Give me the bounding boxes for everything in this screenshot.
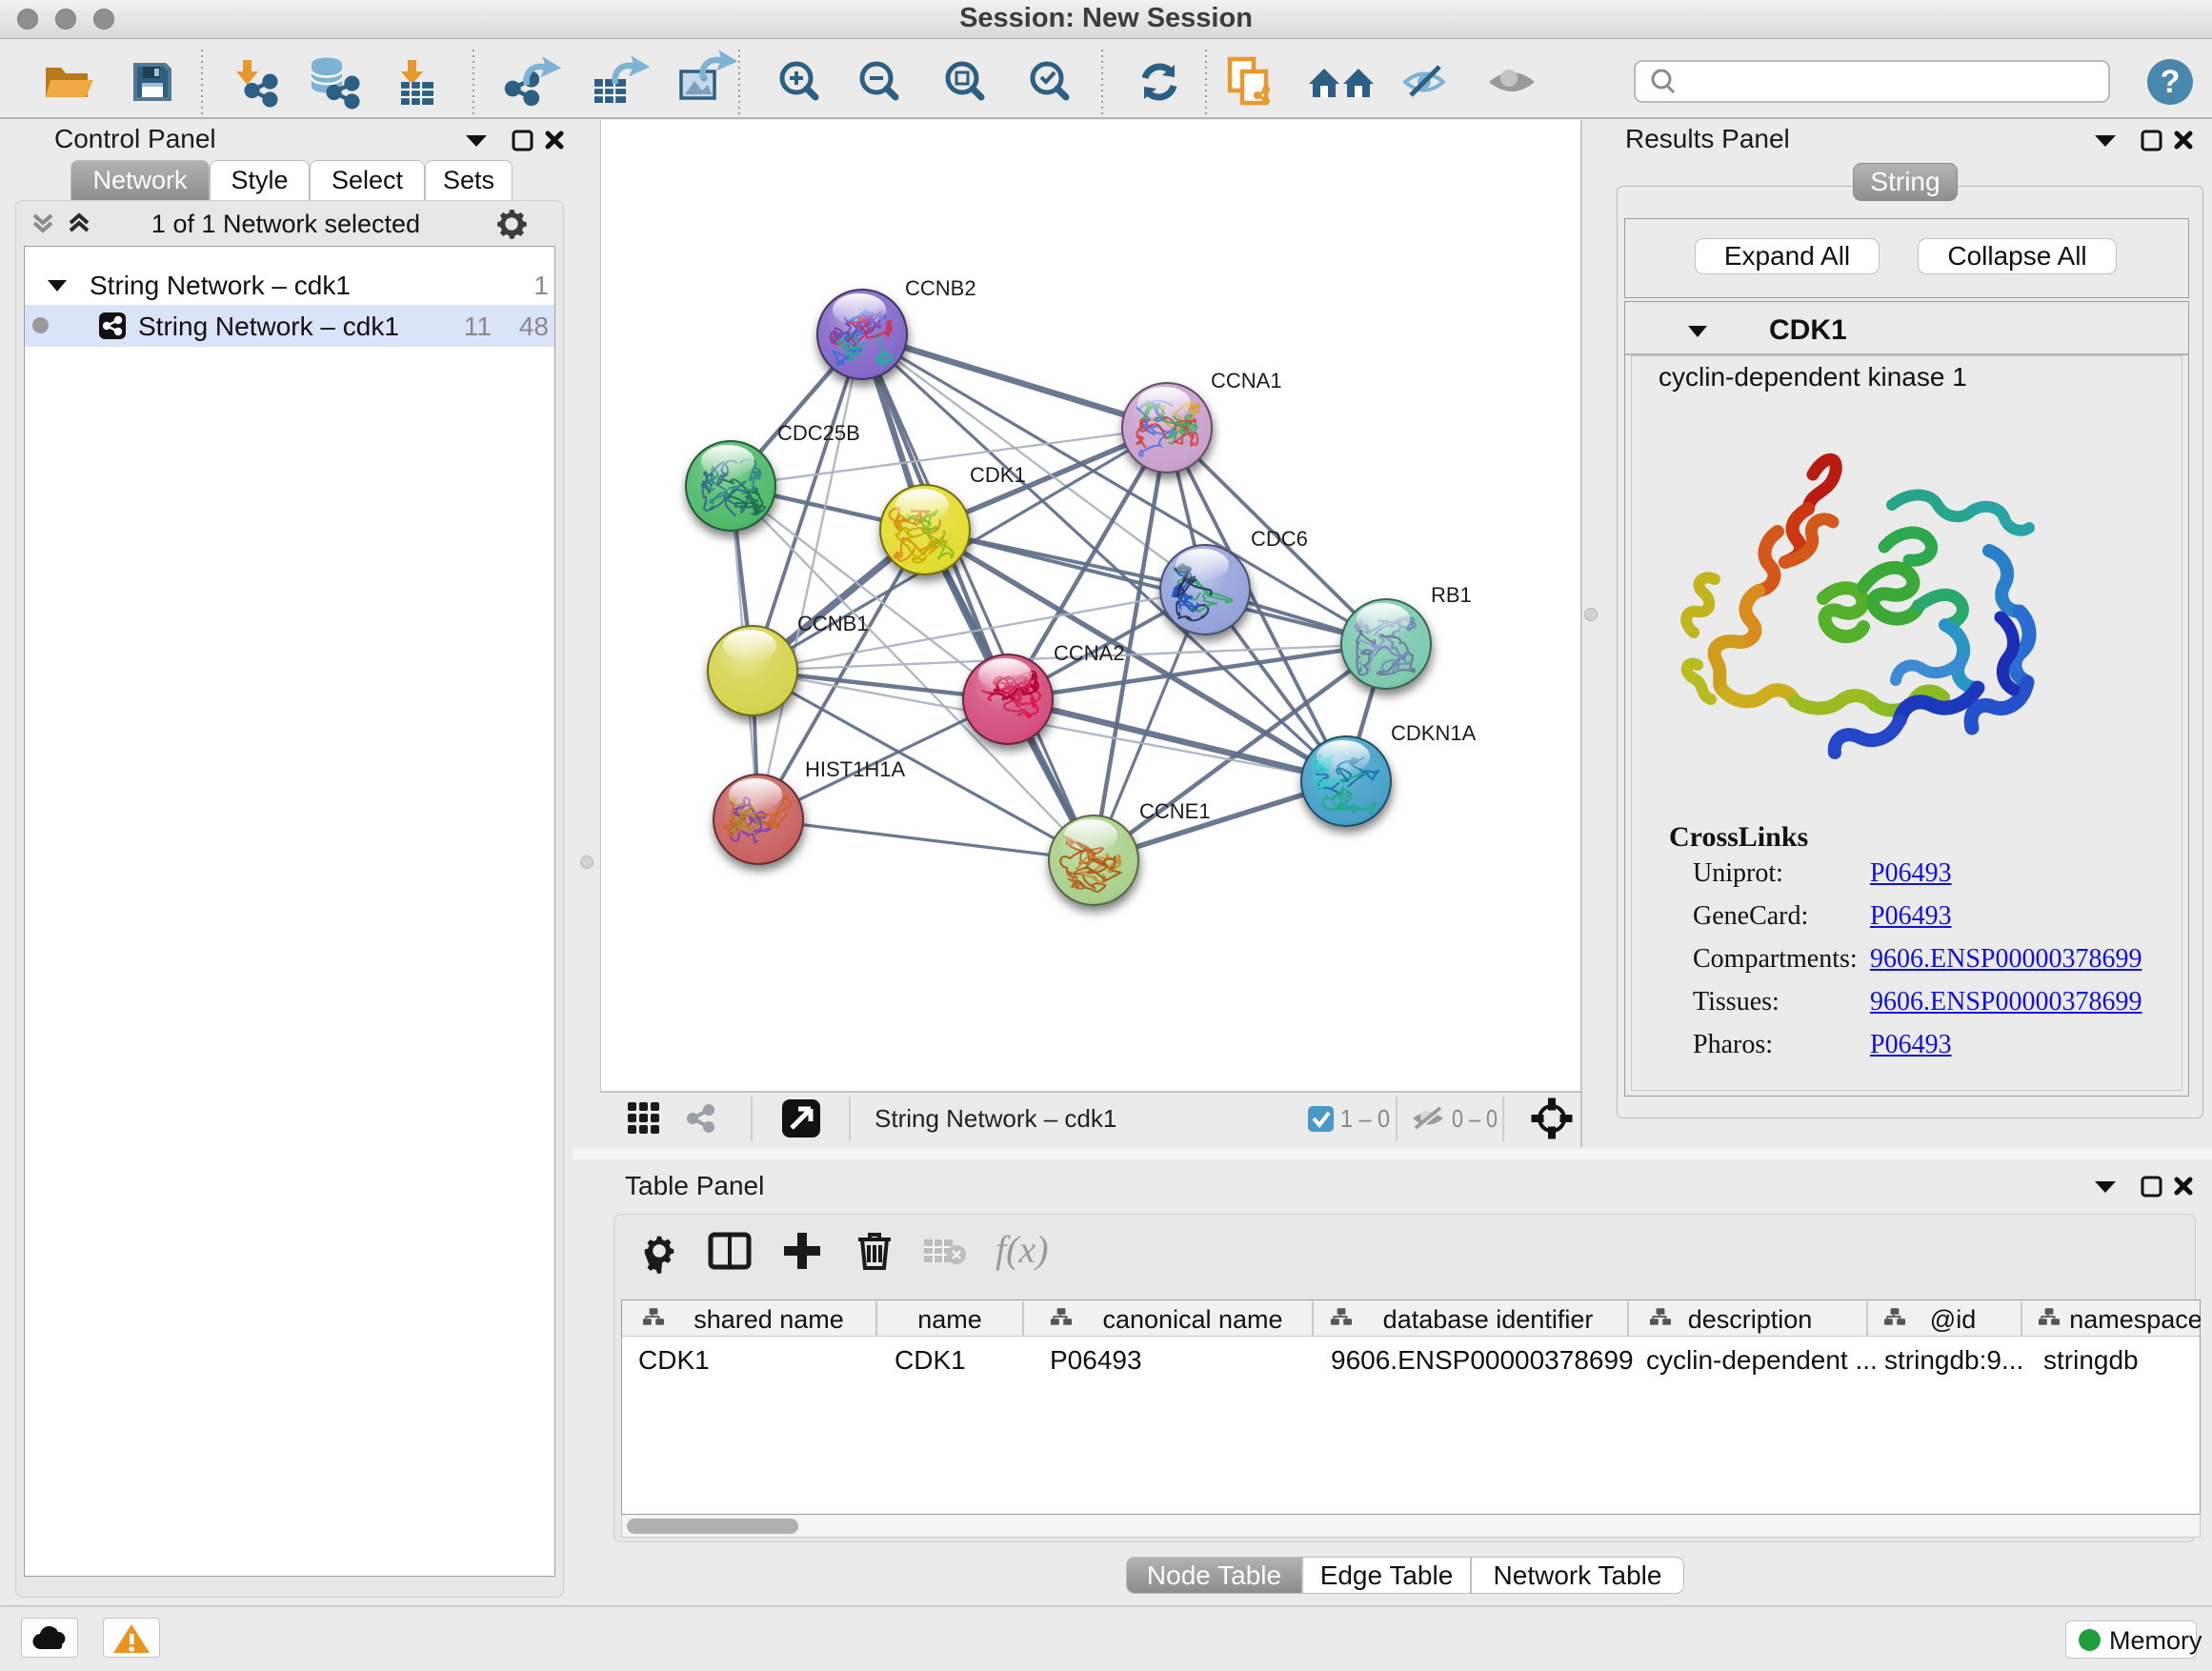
svg-text:description: description bbox=[1688, 1305, 1813, 1334]
svg-text:namespace: namespace bbox=[2069, 1305, 2201, 1334]
svg-text:@id: @id bbox=[1930, 1305, 1976, 1334]
svg-text:9606.ENSP00000378699: 9606.ENSP00000378699 bbox=[1331, 1345, 1634, 1375]
svg-text:CDK1: CDK1 bbox=[638, 1345, 710, 1375]
svg-text:P06493: P06493 bbox=[1050, 1345, 1142, 1375]
svg-text:stringdb:9...: stringdb:9... bbox=[1884, 1345, 2023, 1375]
svg-text:stringdb: stringdb bbox=[2043, 1345, 2139, 1375]
svg-text:name: name bbox=[917, 1305, 982, 1334]
svg-text:canonical name: canonical name bbox=[1102, 1305, 1282, 1334]
svg-text:cyclin-dependent ...: cyclin-dependent ... bbox=[1646, 1345, 1878, 1375]
svg-text:CDK1: CDK1 bbox=[895, 1345, 966, 1375]
svg-text:database identifier: database identifier bbox=[1383, 1305, 1594, 1334]
svg-text:shared name: shared name bbox=[694, 1305, 844, 1334]
